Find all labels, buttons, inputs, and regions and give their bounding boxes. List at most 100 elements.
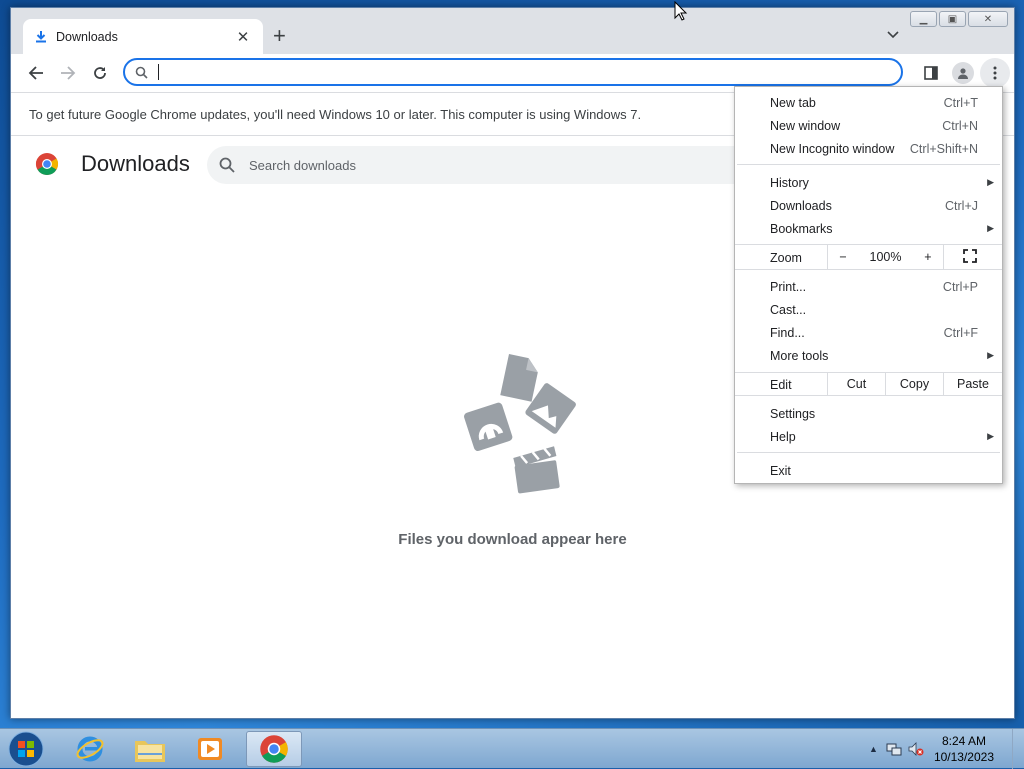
chrome-logo-icon [260,735,288,763]
taskbar-chrome[interactable] [246,731,302,767]
network-icon[interactable] [886,741,902,757]
forward-button[interactable] [53,58,83,88]
start-button[interactable] [5,729,47,769]
zoom-out-button[interactable]: − [839,250,846,264]
clock-date: 10/13/2023 [933,750,994,764]
close-window-button[interactable]: ✕ [968,11,1008,27]
side-panel-icon [924,66,938,80]
window-controls: ▁ ▣ ✕ [908,11,1008,27]
tab-search-button[interactable] [887,27,899,42]
three-dots-vertical-icon [993,66,997,80]
menu-item-label: More tools [770,348,829,363]
clock-time: 8:24 AM [941,734,986,748]
text-caret [158,64,159,80]
menu-item-label: Exit [770,463,791,478]
menu-item-shortcut: Ctrl+F [943,325,978,340]
minimize-button[interactable]: ▁ [910,11,937,27]
tab-title: Downloads [56,29,118,44]
menu-item-label: Bookmarks [770,221,833,236]
submenu-arrow-icon: ▶ [987,223,994,233]
taskbar-internet-explorer[interactable] [62,731,118,767]
menu-item-label: History [770,175,809,190]
reload-icon [94,67,106,79]
menu-item-label: Downloads [770,198,832,213]
menu-button[interactable] [980,58,1010,88]
chrome-logo-icon [36,153,58,175]
video-file-icon [513,446,560,494]
taskbar-file-explorer[interactable] [122,731,178,767]
menu-item-more-tools[interactable]: More tools ▶ [735,344,1002,367]
arrow-right-icon [61,66,76,80]
zoom-label: Zoom [770,251,802,265]
menu-item-history[interactable]: History ▶ [735,171,1002,194]
edit-row: Edit Cut Copy Paste [735,372,1002,396]
search-icon [135,66,148,79]
menu-item-label: New tab [770,95,816,110]
submenu-arrow-icon: ▶ [987,177,994,187]
menu-item-new-tab[interactable]: New tab Ctrl+T [735,91,1002,114]
menu-separator [737,452,1000,453]
restore-icon: ▣ [947,13,958,25]
windows-start-icon [8,731,44,767]
menu-item-label: Find... [770,325,805,340]
reload-button[interactable] [85,58,115,88]
tab-downloads[interactable]: Downloads ✕ [23,19,263,54]
taskbar-media-player[interactable] [182,731,238,767]
menu-item-settings[interactable]: Settings [735,402,1002,425]
edit-label: Edit [770,378,792,392]
menu-item-shortcut: Ctrl+J [945,198,978,213]
menu-item-shortcut: Ctrl+P [942,279,978,294]
menu-separator [737,164,1000,165]
menu-item-label: New window [770,118,841,133]
volume-muted-icon[interactable] [908,741,924,757]
download-icon [36,31,46,43]
back-button[interactable] [21,58,51,88]
show-desktop-button[interactable] [1012,729,1024,769]
profile-button[interactable] [948,58,978,88]
submenu-arrow-icon: ▶ [987,350,994,360]
mouse-cursor-icon [674,1,688,21]
chevron-down-icon [887,31,899,39]
menu-item-new-incognito-window[interactable]: New Incognito window Ctrl+Shift+N [735,137,1002,160]
menu-item-label: Cast... [770,302,807,317]
menu-item-find[interactable]: Find... Ctrl+F [735,321,1002,344]
menu-item-help[interactable]: Help ▶ [735,425,1002,448]
tab-close-icon[interactable]: ✕ [235,28,251,46]
cut-button[interactable]: Cut [827,373,885,395]
side-panel-button[interactable] [916,58,946,88]
show-hidden-icons-button[interactable]: ▲ [869,744,878,754]
zoom-in-button[interactable]: + [924,250,931,264]
new-tab-button[interactable]: + [273,25,286,47]
avatar [952,62,974,84]
paste-button[interactable]: Paste [943,373,1002,395]
menu-item-label: Settings [770,406,816,421]
menu-item-downloads[interactable]: Downloads Ctrl+J [735,194,1002,217]
fullscreen-button[interactable] [963,249,977,266]
person-icon [958,68,968,79]
menu-item-label: Help [770,429,796,444]
document-icon [500,354,538,402]
copy-button[interactable]: Copy [885,373,943,395]
minimize-icon: ▁ [919,13,928,25]
arrow-left-icon [28,66,43,80]
zoom-controls: − 100% + [827,245,944,269]
menu-item-new-window[interactable]: New window Ctrl+N [735,114,1002,137]
fullscreen-icon [963,249,977,263]
menu-item-cast[interactable]: Cast... [735,298,1002,321]
infobar-message: To get future Google Chrome updates, you… [29,106,642,122]
zoom-level: 100% [869,250,902,264]
menu-item-bookmarks[interactable]: Bookmarks ▶ [735,217,1002,240]
internet-explorer-icon [76,736,104,762]
restore-button[interactable]: ▣ [939,11,966,27]
empty-downloads-illustration [464,354,576,494]
media-player-icon [198,738,222,760]
menu-item-exit[interactable]: Exit [735,459,1002,482]
menu-item-shortcut: Ctrl+T [943,95,978,110]
search-downloads-input[interactable]: Search downloads [207,146,767,184]
folder-icon [135,741,165,762]
search-placeholder: Search downloads [249,157,356,173]
search-icon [219,157,235,173]
address-bar[interactable] [123,58,903,86]
menu-item-print[interactable]: Print... Ctrl+P [735,275,1002,298]
clock[interactable]: 8:24 AM 10/13/2023 [934,733,994,765]
